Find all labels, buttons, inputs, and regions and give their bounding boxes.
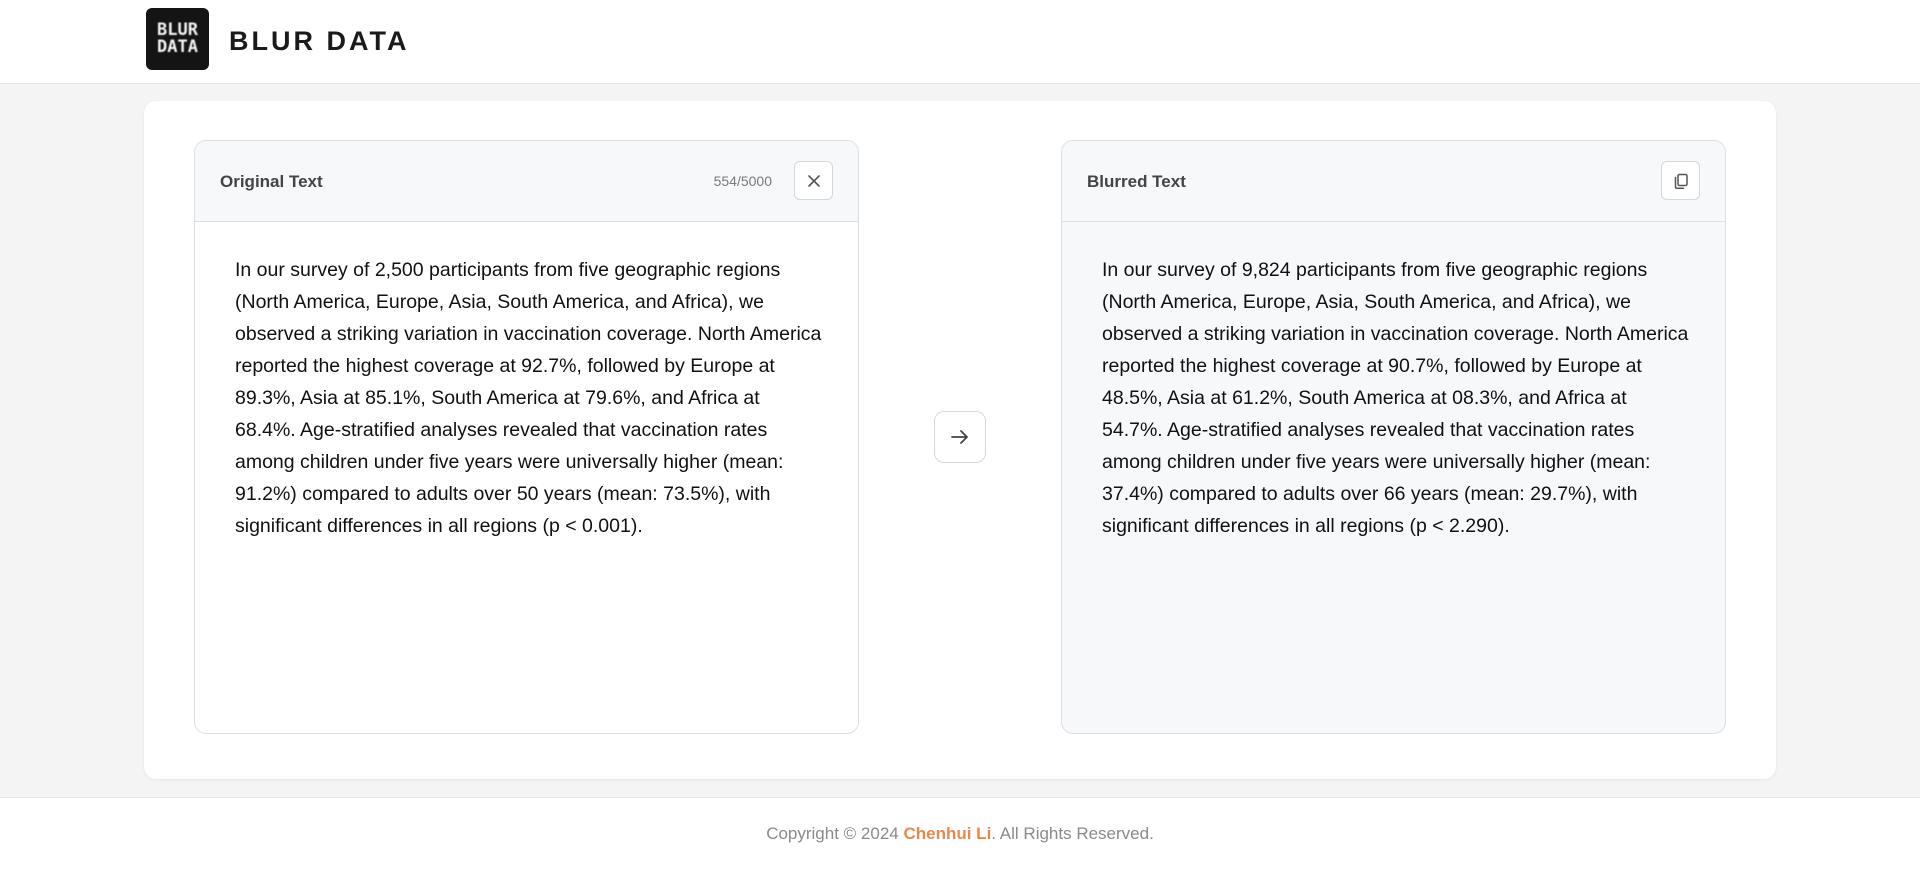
blurred-text-panel: Blurred Text In our survey of 9,824 part… [1061,140,1726,734]
original-text-input[interactable]: In our survey of 2,500 participants from… [235,254,825,542]
original-panel-header: Original Text 554/5000 [195,141,858,222]
original-text-panel: Original Text 554/5000 In our survey of … [194,140,859,734]
copy-icon [1674,173,1688,189]
arrow-right-icon [951,430,968,444]
main-card: Original Text 554/5000 In our survey of … [144,101,1776,779]
copyright-suffix: . All Rights Reserved. [991,824,1154,843]
app-logo[interactable]: BLUR DATA [146,8,209,70]
app-header: BLUR DATA BLUR DATA [0,0,1920,84]
logo-text-bottom: DATA [157,37,198,57]
character-counter: 554/5000 [713,173,772,189]
brand-title[interactable]: BLUR DATA [229,26,409,57]
copyright-text: Copyright © 2024 Chenhui Li. All Rights … [0,824,1920,844]
page-footer: Copyright © 2024 Chenhui Li. All Rights … [0,797,1920,869]
clear-button[interactable] [794,161,833,200]
author-link[interactable]: Chenhui Li [903,824,991,843]
blurred-panel-header: Blurred Text [1062,141,1725,222]
copyright-prefix: Copyright © 2024 [766,824,904,843]
original-panel-title: Original Text [220,172,323,191]
blurred-text-output: In our survey of 9,824 participants from… [1102,259,1689,537]
copy-button[interactable] [1661,161,1700,200]
convert-button[interactable] [934,411,986,463]
close-icon [807,174,820,187]
blurred-panel-title: Blurred Text [1087,172,1186,191]
